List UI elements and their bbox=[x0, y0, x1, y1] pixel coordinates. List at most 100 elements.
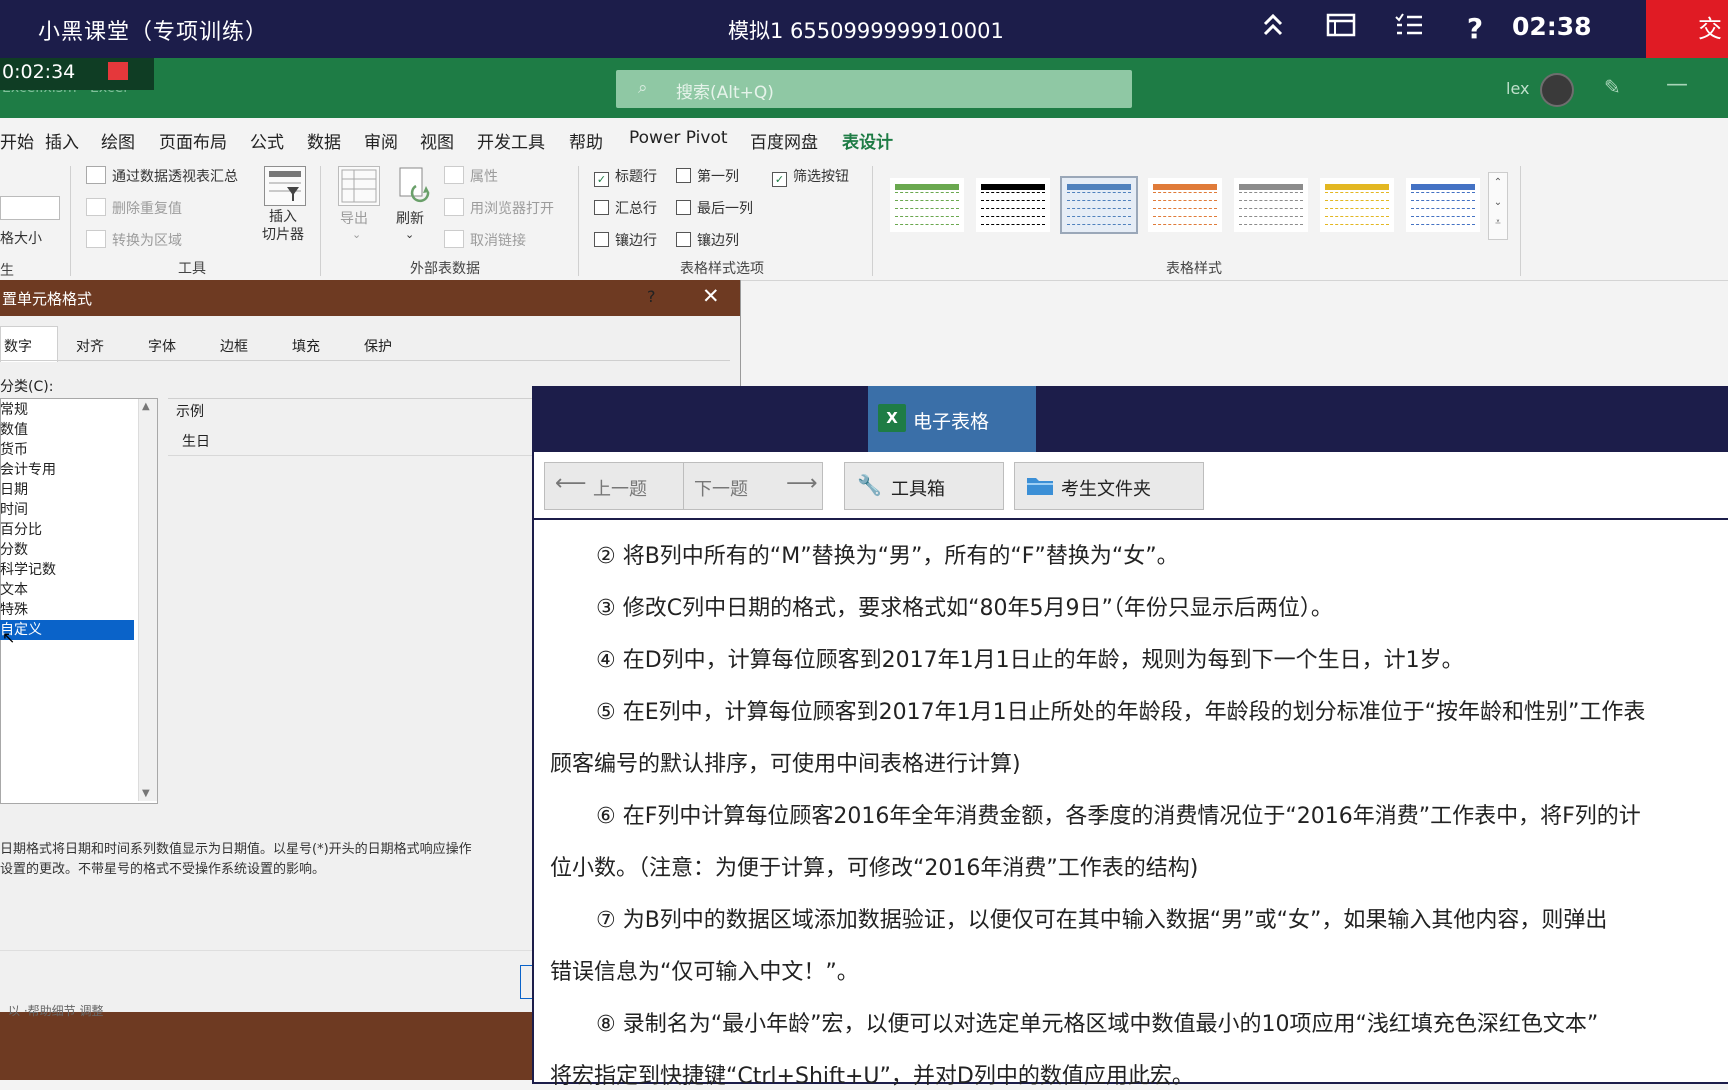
browser-icon bbox=[444, 198, 464, 216]
refresh-button[interactable]: 刷新 bbox=[396, 208, 424, 228]
total-row-checkbox[interactable]: 汇总行 bbox=[594, 198, 657, 218]
table-name-input[interactable] bbox=[0, 196, 60, 220]
stop-recording-icon[interactable] bbox=[108, 62, 128, 80]
table-style-swatch[interactable] bbox=[1406, 178, 1480, 232]
prev-question-button[interactable]: ⟵ 上一题 bbox=[544, 462, 684, 510]
category-item[interactable]: 会计专用 bbox=[0, 460, 134, 480]
collapse-up-icon[interactable] bbox=[1256, 12, 1290, 46]
export-button[interactable]: 导出 bbox=[340, 208, 368, 228]
question-text: ③ 修改C列中日期的格式，要求格式如“80年5月9日”（年份只显示后两位）。 bbox=[596, 596, 1333, 621]
dialog-tab-border[interactable]: 边框 bbox=[220, 336, 248, 356]
minimize-icon[interactable]: — bbox=[1666, 72, 1688, 97]
last-column-checkbox[interactable]: 最后一列 bbox=[676, 198, 753, 218]
tab-data[interactable]: 数据 bbox=[307, 128, 341, 153]
category-item-selected[interactable]: 自定义 bbox=[0, 620, 134, 640]
tab-developer[interactable]: 开发工具 bbox=[477, 128, 545, 153]
checkbox-icon bbox=[676, 168, 691, 183]
question-text: ④ 在D列中，计算每位顾客到2017年1月1日止的年龄，规则为每到下一个生日，计… bbox=[596, 648, 1464, 673]
convert-range-icon bbox=[86, 230, 106, 248]
excel-icon: X bbox=[878, 404, 906, 432]
more-styles-icon[interactable]: ⩡ bbox=[1489, 213, 1507, 233]
table-style-swatch[interactable] bbox=[890, 178, 964, 232]
insert-slicer-button[interactable]: 插入 切片器 bbox=[262, 208, 304, 244]
exam-top-bar: 小黑课堂（专项训练） 模拟1 6550999999910001 ? 02:38 … bbox=[0, 0, 1728, 58]
question-text: ② 将B列中所有的“M”替换为“男”，所有的“F”替换为“女”。 bbox=[596, 544, 1179, 569]
style-options-group-label: 表格样式选项 bbox=[680, 261, 764, 277]
question-text: 将宏指定到快捷键“Ctrl+Shift+U”，并对D列中的数值应用此宏。 bbox=[550, 1064, 1194, 1089]
question-text: ⑦ 为B列中的数据区域添加数据验证，以便仅可在其中输入数据“男”或“女”，如果输… bbox=[596, 908, 1608, 933]
dialog-tab-number[interactable]: 数字 bbox=[4, 336, 32, 356]
category-item[interactable]: 科学记数 bbox=[0, 560, 134, 580]
tab-help[interactable]: 帮助 bbox=[569, 128, 603, 153]
filter-button-checkbox[interactable]: ✓ 筛选按钮 bbox=[772, 166, 849, 187]
dialog-title: 置单元格格式 bbox=[2, 290, 93, 308]
tab-view[interactable]: 视图 bbox=[420, 128, 454, 153]
table-style-swatch[interactable] bbox=[1148, 178, 1222, 232]
resize-table-button[interactable]: 格大小 bbox=[0, 228, 42, 248]
tab-draw[interactable]: 绘图 bbox=[101, 128, 135, 153]
properties-button[interactable]: 属性 bbox=[444, 166, 498, 186]
summarize-pivot-button[interactable]: 通过数据透视表汇总 bbox=[86, 166, 238, 186]
category-item[interactable]: 百分比 bbox=[0, 520, 134, 540]
category-item[interactable]: 特殊 bbox=[0, 600, 134, 620]
list-icon[interactable] bbox=[1392, 12, 1426, 46]
recording-indicator: 0:02:34 bbox=[0, 58, 154, 90]
category-scrollbar[interactable]: ▲ ▼ bbox=[138, 399, 157, 801]
category-item[interactable]: 数值 bbox=[0, 420, 134, 440]
help-icon[interactable]: ? bbox=[1458, 12, 1492, 46]
tab-home[interactable]: 开始 bbox=[0, 128, 34, 153]
dialog-tab-font[interactable]: 字体 bbox=[148, 336, 176, 356]
tab-power-pivot[interactable]: Power Pivot bbox=[629, 128, 728, 148]
category-item[interactable]: 常规 bbox=[0, 400, 134, 420]
tab-baidu-pan[interactable]: 百度网盘 bbox=[750, 128, 818, 153]
open-in-browser-button[interactable]: 用浏览器打开 bbox=[444, 198, 554, 218]
chevron-up-icon[interactable]: ⌃ bbox=[1489, 173, 1507, 193]
banded-columns-checkbox[interactable]: 镶边列 bbox=[676, 230, 739, 250]
folder-icon bbox=[1025, 472, 1055, 503]
tab-table-design[interactable]: 表设计 bbox=[842, 128, 893, 161]
next-question-button[interactable]: 下一题 ⟶ bbox=[683, 462, 823, 510]
category-item[interactable]: 文本 bbox=[0, 580, 134, 600]
dialog-tab-fill[interactable]: 填充 bbox=[292, 336, 320, 356]
dialog-help-icon[interactable]: ? bbox=[647, 287, 656, 306]
dialog-tab-protection[interactable]: 保护 bbox=[364, 336, 392, 356]
dialog-close-icon[interactable]: ✕ bbox=[702, 284, 720, 308]
mouse-cursor-icon: ↖ bbox=[2, 628, 16, 647]
pivot-icon bbox=[86, 166, 106, 184]
header-row-checkbox[interactable]: ✓ 标题行 bbox=[594, 166, 657, 187]
scroll-down-icon[interactable]: ▼ bbox=[142, 788, 150, 799]
tab-spreadsheet[interactable]: X 电子表格 bbox=[868, 386, 1036, 452]
category-item[interactable]: 分数 bbox=[0, 540, 134, 560]
tab-formulas[interactable]: 公式 bbox=[250, 128, 284, 153]
toolbox-button[interactable]: 🔧 工具箱 bbox=[844, 462, 1004, 510]
candidate-folder-button[interactable]: 考生文件夹 bbox=[1014, 462, 1204, 510]
tab-page-layout[interactable]: 页面布局 bbox=[159, 128, 227, 153]
convert-to-range-button[interactable]: 转换为区域 bbox=[86, 230, 182, 250]
tab-review[interactable]: 审阅 bbox=[364, 128, 398, 153]
chevron-down-icon[interactable]: ⌄ bbox=[1489, 193, 1507, 213]
gallery-scroll[interactable]: ⌃ ⌄ ⩡ bbox=[1488, 172, 1508, 240]
unlink-button[interactable]: 取消链接 bbox=[444, 230, 526, 250]
dialog-tab-alignment[interactable]: 对齐 bbox=[76, 336, 104, 356]
exam-id: 模拟1 6550999999910001 bbox=[728, 19, 1004, 43]
scroll-up-icon[interactable]: ▲ bbox=[142, 401, 150, 412]
category-item[interactable]: 货币 bbox=[0, 440, 134, 460]
search-box[interactable]: ⌕ 搜索(Alt+Q) bbox=[616, 70, 1132, 108]
tab-insert[interactable]: 插入 bbox=[45, 128, 79, 153]
first-column-checkbox[interactable]: 第一列 bbox=[676, 166, 739, 186]
table-style-swatch[interactable] bbox=[1060, 176, 1138, 234]
table-style-swatch[interactable] bbox=[1234, 178, 1308, 232]
category-item[interactable]: 日期 bbox=[0, 480, 134, 500]
window-icon[interactable] bbox=[1324, 12, 1358, 46]
submit-button[interactable]: 交 bbox=[1646, 0, 1728, 58]
table-style-swatch[interactable] bbox=[1320, 178, 1394, 232]
table-style-swatch[interactable] bbox=[976, 178, 1050, 232]
tab-divider bbox=[0, 360, 730, 361]
checkbox-icon bbox=[676, 200, 691, 215]
banded-rows-checkbox[interactable]: 镶边行 bbox=[594, 230, 657, 250]
exam-timer: 02:38 bbox=[1512, 12, 1592, 41]
pen-icon[interactable]: ✎ bbox=[1604, 75, 1621, 99]
avatar[interactable] bbox=[1540, 73, 1574, 107]
category-item[interactable]: 时间 bbox=[0, 500, 134, 520]
remove-duplicates-button[interactable]: 删除重复值 bbox=[86, 198, 182, 218]
